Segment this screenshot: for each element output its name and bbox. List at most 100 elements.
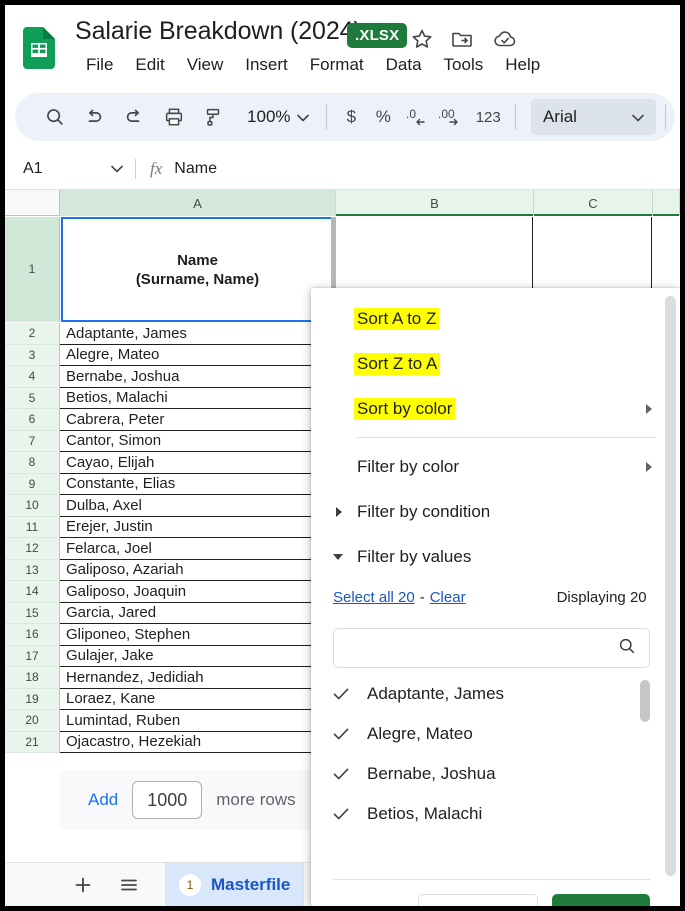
select-all-corner[interactable] — [5, 190, 60, 216]
more-formats-button[interactable]: 123 — [470, 100, 506, 134]
row-header-1[interactable]: 1 — [5, 217, 60, 322]
row-header-17[interactable]: 17 — [5, 645, 60, 667]
cell-a13[interactable]: Galiposo, Azariah — [60, 559, 335, 581]
cell-a11[interactable]: Erejer, Justin — [60, 516, 335, 538]
column-header-a[interactable]: A — [60, 190, 336, 216]
row-header-16[interactable]: 16 — [5, 624, 60, 646]
sheet-tab-masterfile[interactable]: 1 Masterfile — [165, 862, 305, 906]
cell-a15[interactable]: Garcia, Jared — [60, 602, 335, 624]
cell-a21[interactable]: Ojacastro, Hezekiah — [60, 731, 335, 753]
cell-a3[interactable]: Alegre, Mateo — [60, 344, 335, 366]
cell-a4[interactable]: Bernabe, Joshua — [60, 366, 335, 388]
cell-a18[interactable]: Hernandez, Jedidiah — [60, 667, 335, 689]
filter-value-item[interactable]: Betios, Malachi — [333, 794, 680, 834]
add-sheet-icon[interactable] — [65, 867, 101, 903]
currency-format-button[interactable]: $ — [335, 100, 367, 134]
filter-search-input[interactable] — [334, 639, 617, 657]
filter-values-scrollbar[interactable] — [640, 680, 650, 722]
column-header-b[interactable]: B — [336, 190, 534, 216]
cell-a8[interactable]: Cayao, Elijah — [60, 452, 335, 474]
cell-a19[interactable]: Loraez, Kane — [60, 688, 335, 710]
menu-item-data[interactable]: Data — [375, 53, 433, 77]
name-box[interactable]: A1 — [5, 148, 135, 189]
increase-decimal-button[interactable]: .00 — [435, 100, 471, 134]
paint-format-icon[interactable] — [195, 98, 231, 136]
cell-a6[interactable]: Cabrera, Peter — [60, 409, 335, 431]
filter-values-list[interactable]: Adaptante, James Alegre, Mateo Bernabe, Jo… — [311, 674, 680, 869]
row-header-6[interactable]: 6 — [5, 409, 60, 431]
menu-filter-by-color[interactable]: Filter by color — [311, 444, 680, 489]
chevron-down-icon — [632, 107, 644, 127]
filter-search-box[interactable] — [333, 628, 650, 668]
ok-button[interactable]: OK — [552, 894, 650, 906]
cancel-button[interactable]: Cancel — [418, 894, 538, 906]
undo-icon[interactable] — [77, 98, 113, 136]
row-header-4[interactable]: 4 — [5, 366, 60, 388]
cell-a9[interactable]: Constante, Elias — [60, 473, 335, 495]
filter-value-item[interactable]: Adaptante, James — [333, 674, 680, 714]
row-header-15[interactable]: 15 — [5, 602, 60, 624]
column-header-d[interactable] — [653, 190, 680, 216]
cell-a7[interactable]: Cantor, Simon — [60, 430, 335, 452]
print-icon[interactable] — [156, 98, 192, 136]
column-header-c[interactable]: C — [534, 190, 653, 216]
star-icon[interactable] — [410, 27, 434, 51]
search-icon[interactable] — [37, 98, 73, 136]
formula-input[interactable]: Name — [174, 160, 217, 178]
row-header-7[interactable]: 7 — [5, 430, 60, 452]
cell-a5[interactable]: Betios, Malachi — [60, 387, 335, 409]
percent-format-button[interactable]: % — [367, 100, 399, 134]
menu-filter-by-condition[interactable]: Filter by condition — [311, 489, 680, 534]
cell-a10[interactable]: Dulba, Axel — [60, 495, 335, 517]
row-header-8[interactable]: 8 — [5, 452, 60, 474]
search-icon[interactable] — [617, 636, 637, 661]
row-header-18[interactable]: 18 — [5, 667, 60, 689]
cell-a2[interactable]: Adaptante, James — [60, 323, 335, 345]
menu-item-file[interactable]: File — [75, 53, 124, 77]
row-header-2[interactable]: 2 — [5, 323, 60, 345]
menu-filter-by-values[interactable]: Filter by values — [311, 534, 680, 579]
menu-sort-by-color[interactable]: Sort by color — [311, 386, 680, 431]
formula-bar: A1 fx Name — [5, 148, 680, 190]
menu-sort-a-to-z[interactable]: Sort A to Z — [311, 296, 680, 341]
row-header-21[interactable]: 21 — [5, 731, 60, 753]
add-rows-link[interactable]: Add — [88, 790, 118, 810]
menu-item-help[interactable]: Help — [494, 53, 551, 77]
row-header-9[interactable]: 9 — [5, 473, 60, 495]
row-header-11[interactable]: 11 — [5, 516, 60, 538]
font-selector[interactable]: Arial — [530, 99, 657, 135]
menu-item-insert[interactable]: Insert — [234, 53, 299, 77]
add-rows-count-input[interactable]: 1000 — [132, 781, 203, 819]
row-header-19[interactable]: 19 — [5, 688, 60, 710]
cloud-saved-icon[interactable] — [492, 27, 518, 51]
menu-sort-z-to-a[interactable]: Sort Z to A — [311, 341, 680, 386]
decrease-decimal-button[interactable]: .0 — [399, 100, 435, 134]
row-header-10[interactable]: 10 — [5, 495, 60, 517]
cell-a17[interactable]: Gulajer, Jake — [60, 645, 335, 667]
menu-item-view[interactable]: View — [176, 53, 235, 77]
row-header-14[interactable]: 14 — [5, 581, 60, 603]
filter-dropdown-menu: Sort A to Z Sort Z to A Sort by color Fi… — [311, 288, 680, 906]
menu-item-format[interactable]: Format — [299, 53, 375, 77]
cell-a14[interactable]: Galiposo, Joaquin — [60, 581, 335, 603]
cell-a1[interactable]: Name (Surname, Name) — [61, 217, 334, 322]
menu-item-edit[interactable]: Edit — [124, 53, 175, 77]
cell-a16[interactable]: Gliponeo, Stephen — [60, 624, 335, 646]
row-header-5[interactable]: 5 — [5, 387, 60, 409]
select-all-link[interactable]: Select all 20 — [333, 589, 415, 606]
cell-a20[interactable]: Lumintad, Ruben — [60, 710, 335, 732]
clear-link[interactable]: Clear — [430, 589, 466, 606]
filter-value-item[interactable]: Alegre, Mateo — [333, 714, 680, 754]
redo-icon[interactable] — [116, 98, 152, 136]
document-title[interactable]: Salarie Breakdown (2024) — [75, 17, 362, 46]
row-header-3[interactable]: 3 — [5, 344, 60, 366]
row-header-12[interactable]: 12 — [5, 538, 60, 560]
cell-a12[interactable]: Felarca, Joel — [60, 538, 335, 560]
all-sheets-icon[interactable] — [111, 867, 147, 903]
zoom-selector[interactable]: 100% — [239, 103, 316, 131]
row-header-20[interactable]: 20 — [5, 710, 60, 732]
move-to-folder-icon[interactable] — [450, 27, 474, 51]
row-header-13[interactable]: 13 — [5, 559, 60, 581]
filter-value-item[interactable]: Bernabe, Joshua — [333, 754, 680, 794]
menu-item-tools[interactable]: Tools — [433, 53, 495, 77]
